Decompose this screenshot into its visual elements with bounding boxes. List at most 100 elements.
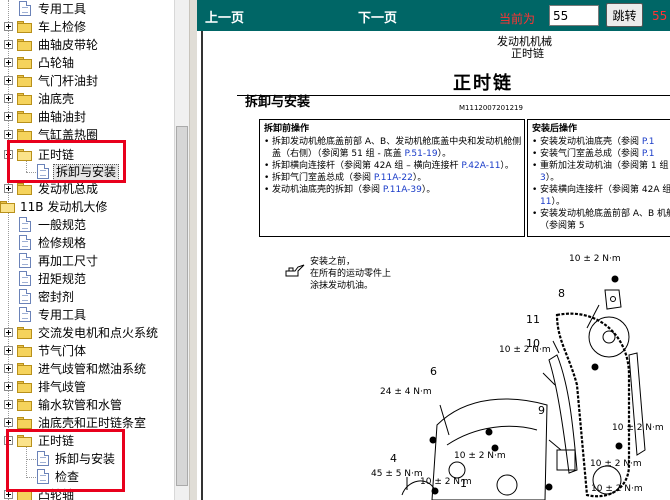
folder-icon xyxy=(17,111,33,123)
cross-reference-link[interactable]: P.42A-11 xyxy=(461,161,500,171)
expand-plus-icon[interactable] xyxy=(4,130,13,139)
next-page-link[interactable]: 下一页 xyxy=(358,7,397,26)
folder-icon xyxy=(17,399,33,411)
tree-item-label: 专用工具 xyxy=(38,308,87,322)
tree-item-label: 车上检修 xyxy=(38,20,87,34)
page-icon xyxy=(19,253,31,268)
highlight-box xyxy=(7,140,126,183)
tree-item-label: 凸轮轴 xyxy=(38,56,75,70)
current-page-label: 当前为 xyxy=(499,12,536,26)
torque-label: 10 ± 2 N·m xyxy=(591,484,643,494)
part-number: 9 xyxy=(538,404,545,417)
expand-plus-icon[interactable] xyxy=(4,184,13,193)
expand-plus-icon[interactable] xyxy=(4,112,13,121)
page-icon xyxy=(19,289,31,304)
torque-label: 10 ± 2 N·m xyxy=(454,451,506,461)
cross-reference-link[interactable]: P.1 xyxy=(642,149,655,159)
expand-plus-icon[interactable] xyxy=(4,94,13,103)
tree-item-label: 节气门体 xyxy=(38,344,87,358)
tree-item-valve-stem-seal[interactable]: 气门杆油封 xyxy=(0,72,174,90)
page-icon xyxy=(19,1,31,16)
pre-removal-box: 拆卸前操作 拆卸发动机舱底盖前部 A、B、发动机舱底盖中央和发动机舱侧盖（右侧）… xyxy=(259,119,525,237)
tree-item-label: 再加工尺寸 xyxy=(38,254,99,268)
doc-header-section: 正时链 xyxy=(511,47,544,60)
tree-item-camshaft[interactable]: 凸轮轴 xyxy=(0,54,174,72)
tree-item-general-specs[interactable]: 一般规范 xyxy=(0,216,174,234)
part-number: 1 xyxy=(460,477,467,490)
page-icon xyxy=(19,217,31,232)
pre-removal-list: 拆卸发动机舱底盖前部 A、B、发动机舱底盖中央和发动机舱侧盖（右侧）（参阅第 5… xyxy=(260,136,524,196)
cross-reference-link[interactable]: P.11A-39 xyxy=(383,185,422,195)
page-number-input[interactable] xyxy=(549,5,599,26)
document-title: 正时链 xyxy=(453,73,513,94)
expand-plus-icon[interactable] xyxy=(4,364,13,373)
cross-reference-link[interactable]: P.11A-22 xyxy=(374,173,413,183)
tree-item-label: 密封剂 xyxy=(38,290,75,304)
list-item: 发动机油底壳的拆卸（参阅 P.11A-39）。 xyxy=(262,184,524,196)
expand-plus-icon[interactable] xyxy=(4,22,13,31)
list-item: 拆卸横向连接杆（参阅第 42A 组 – 横向连接杆 P.42A-11）。 xyxy=(262,160,524,172)
expand-plus-icon[interactable] xyxy=(4,382,13,391)
tree-item-crankshaft-oil-seal[interactable]: 曲轴油封 xyxy=(0,108,174,126)
page-icon xyxy=(19,271,31,286)
expand-plus-icon[interactable] xyxy=(4,40,13,49)
total-pages-count: 55 xyxy=(652,9,668,23)
tree-item-water-hose-pipe[interactable]: 输水软管和水管 xyxy=(0,396,174,414)
tree-item-label: 油底壳 xyxy=(38,92,75,106)
expand-plus-icon[interactable] xyxy=(4,76,13,85)
tree-item-rework-dimensions[interactable]: 再加工尺寸 xyxy=(0,252,174,270)
tree-item-label: 进气歧管和燃油系统 xyxy=(38,362,147,376)
navigation-tree: 专用工具 车上检修 曲轴皮带轮 凸轮轴 气门杆油封 油底壳 曲轴油封 气缸盖热圈… xyxy=(0,0,174,500)
tree-item-label: 排气歧管 xyxy=(38,380,87,394)
scrollbar-thumb[interactable] xyxy=(176,126,188,486)
folder-icon xyxy=(17,75,33,87)
tree-item-service-specs[interactable]: 检修规格 xyxy=(0,234,174,252)
folder-icon xyxy=(17,327,33,339)
pane-splitter[interactable] xyxy=(189,0,197,500)
tree-item-torque-specs[interactable]: 扭矩规范 xyxy=(0,270,174,288)
torque-label: 10 ± 2 N·m xyxy=(612,423,664,433)
tree-item-special-tools-2[interactable]: 专用工具 xyxy=(0,306,174,324)
section-heading: 拆卸与安装 xyxy=(245,95,311,110)
tree-item-oil-pan[interactable]: 油底壳 xyxy=(0,90,174,108)
title-divider xyxy=(237,95,670,96)
torque-label: 10 ± 2 N·m xyxy=(569,254,621,264)
cross-reference-link[interactable]: P.12-3 xyxy=(540,161,670,183)
tree-item-label: 一般规范 xyxy=(38,218,87,232)
cross-reference-link[interactable]: P.1 xyxy=(642,137,655,147)
post-installation-list: 安装发动机油底壳（参阅 P.1安装气门室盖总成（参阅 P.1重新加注发动机油（参… xyxy=(528,136,670,232)
tree-item-exhaust-manifold[interactable]: 排气歧管 xyxy=(0,378,174,396)
tree-item-alternator-ignition[interactable]: 交流发电机和点火系统 xyxy=(0,324,174,342)
prev-page-link[interactable]: 上一页 xyxy=(205,7,244,26)
tree-scrollbar[interactable] xyxy=(174,0,189,500)
tree-item-special-tools[interactable]: 专用工具 xyxy=(0,0,174,18)
folder-icon xyxy=(17,57,33,69)
jump-button[interactable]: 跳转 xyxy=(606,3,643,27)
tree-item-label: 检修规格 xyxy=(38,236,87,250)
tree-item-intake-manifold-fuel[interactable]: 进气歧管和燃油系统 xyxy=(0,360,174,378)
page-icon xyxy=(19,307,31,322)
tree-item-label: 输水软管和水管 xyxy=(38,398,123,412)
tree-item-throttle-body[interactable]: 节气门体 xyxy=(0,342,174,360)
tree-item-sealant[interactable]: 密封剂 xyxy=(0,288,174,306)
cross-reference-link[interactable]: P.51-19 xyxy=(405,149,438,159)
part-number: 4 xyxy=(390,452,397,465)
torque-label: 10 ± 2 N·m xyxy=(499,345,551,355)
folder-icon xyxy=(17,39,33,51)
cross-reference-link[interactable]: P.42A-11 xyxy=(540,185,670,207)
tree-item-label: 曲轴皮带轮 xyxy=(38,38,99,52)
part-number: 6 xyxy=(430,365,437,378)
expand-plus-icon[interactable] xyxy=(4,58,13,67)
page-icon xyxy=(19,235,31,250)
folder-icon xyxy=(17,183,33,195)
list-item: 安装气门室盖总成（参阅 P.1 xyxy=(530,148,670,160)
expand-plus-icon[interactable] xyxy=(4,346,13,355)
expand-plus-icon[interactable] xyxy=(4,328,13,337)
folder-open-icon xyxy=(0,201,16,213)
tree-item-on-vehicle-service[interactable]: 车上检修 xyxy=(0,18,174,36)
tree-item-11b-engine-overhaul[interactable]: 11B 发动机大修 xyxy=(0,198,174,216)
expand-plus-icon[interactable] xyxy=(4,400,13,409)
tree-item-crankshaft-pulley[interactable]: 曲轴皮带轮 xyxy=(0,36,174,54)
highlight-box xyxy=(6,429,125,492)
expand-plus-icon[interactable] xyxy=(4,418,13,427)
